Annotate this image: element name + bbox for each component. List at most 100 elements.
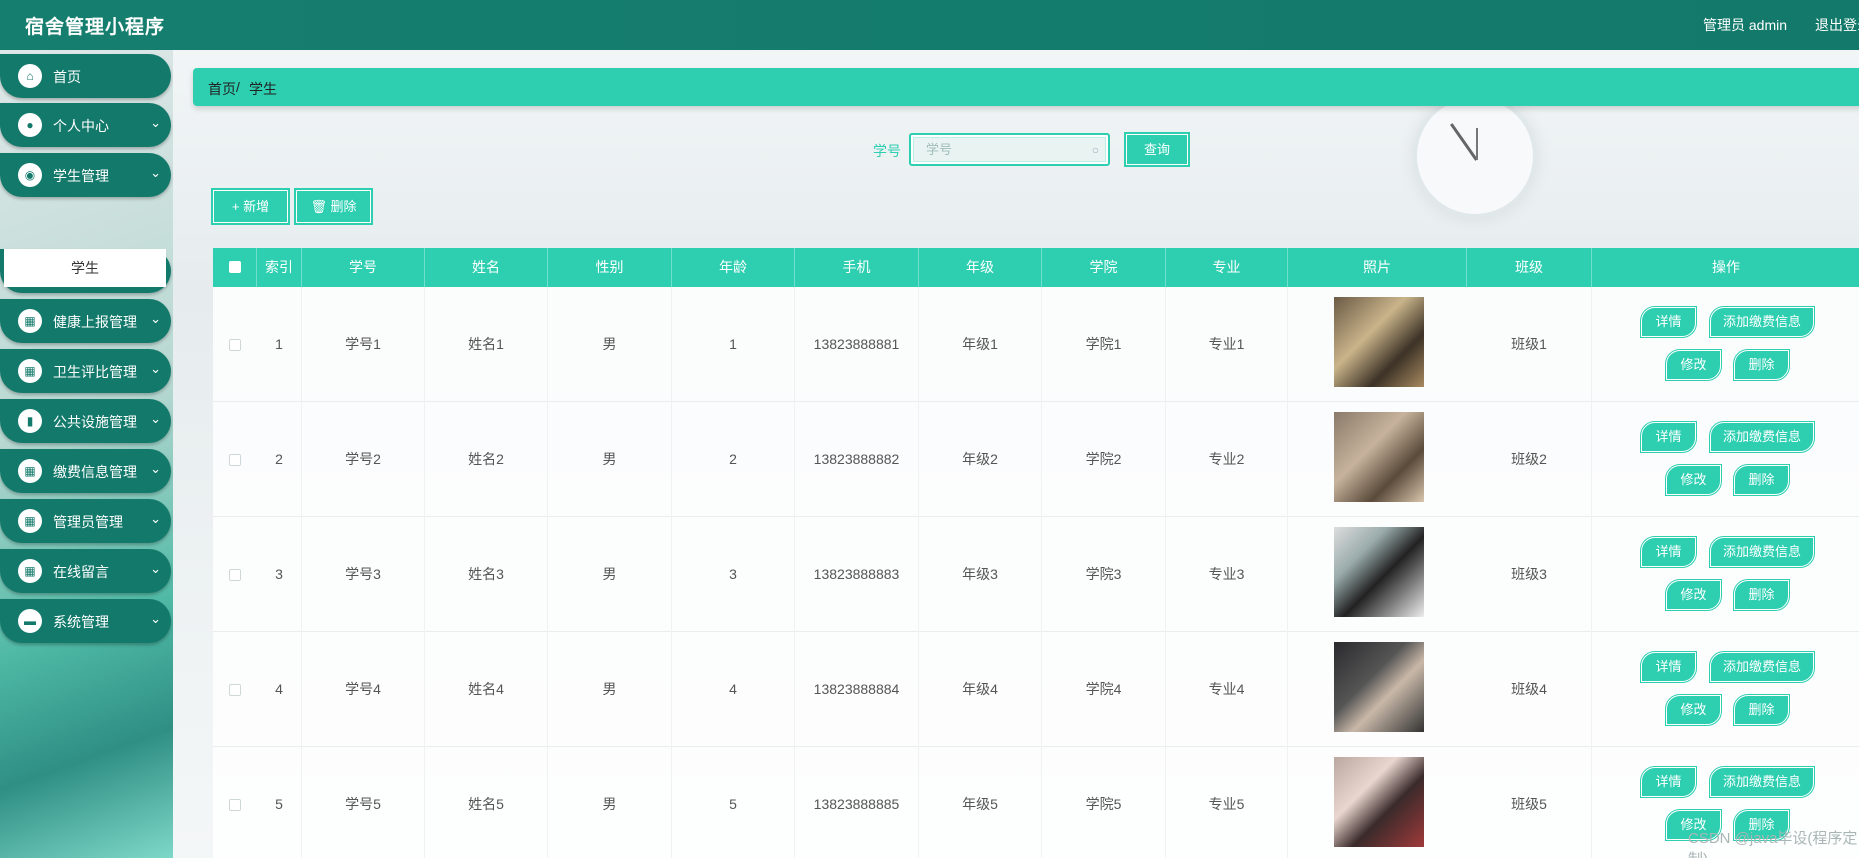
add-fee-button[interactable]: 添加缴费信息 <box>1709 651 1815 683</box>
row-checkbox[interactable] <box>229 684 241 696</box>
cell-gender: 男 <box>548 747 672 858</box>
row-checkbox[interactable] <box>229 569 241 581</box>
building-icon: ▮ <box>18 409 42 433</box>
add-fee-button[interactable]: 添加缴费信息 <box>1709 766 1815 798</box>
sidebar-item[interactable]: ◉ 学生管理 ⌄ <box>0 153 171 197</box>
cell-name: 姓名1 <box>425 287 548 402</box>
logout-link[interactable]: 退出登录 <box>1815 15 1859 35</box>
cell-college: 学院3 <box>1042 517 1166 632</box>
sidebar-item[interactable]: ▦ 卫生评比管理 ⌄ <box>0 349 171 393</box>
cell-phone: 13823888883 <box>795 517 919 632</box>
cell-major: 专业3 <box>1166 517 1288 632</box>
search-input[interactable] <box>914 138 1105 161</box>
cell-class: 班级3 <box>1467 517 1592 632</box>
select-all-cell <box>213 248 257 287</box>
cell-age: 5 <box>672 747 795 858</box>
chevron-down-icon: ⌄ <box>150 165 161 180</box>
search-inner: ○ <box>913 137 1106 162</box>
student-icon: ◉ <box>18 163 42 187</box>
delete-button[interactable]: 🗑 删除 <box>294 188 373 225</box>
edit-button[interactable]: 修改 <box>1665 464 1722 496</box>
cell-name: 姓名3 <box>425 517 548 632</box>
clock-hand <box>1450 123 1478 161</box>
cell-phone: 13823888881 <box>795 287 919 402</box>
add-fee-button[interactable]: 添加缴费信息 <box>1709 306 1815 338</box>
cell-grade: 年级1 <box>919 287 1042 402</box>
cell-age: 1 <box>672 287 795 402</box>
detail-button[interactable]: 详情 <box>1640 536 1697 568</box>
sidebar-item[interactable]: ▦ 管理员管理 ⌄ <box>0 499 171 543</box>
table-header-cell: 性别 <box>548 248 672 287</box>
cell-college: 学院1 <box>1042 287 1166 402</box>
breadcrumb-home[interactable]: 首页 <box>208 79 236 99</box>
student-photo <box>1334 642 1424 732</box>
cell-phone: 13823888884 <box>795 632 919 747</box>
cell-major: 专业4 <box>1166 632 1288 747</box>
sidebar-item-label: 系统管理 <box>53 614 109 630</box>
table-header-cell: 年龄 <box>672 248 795 287</box>
sidebar-item-label: 个人中心 <box>53 118 109 134</box>
row-delete-button[interactable]: 删除 <box>1733 464 1790 496</box>
row-delete-button[interactable]: 删除 <box>1733 579 1790 611</box>
row-delete-button[interactable]: 删除 <box>1733 349 1790 381</box>
sidebar-item-label: 学生管理 <box>53 168 109 184</box>
table-row: 5 学号5 姓名5 男 5 13823888885 年级5 学院5 专业5 班级5 详情 添加缴费信息… <box>213 747 1859 858</box>
detail-button[interactable]: 详情 <box>1640 421 1697 453</box>
table-header-cell: 班级 <box>1467 248 1592 287</box>
chevron-down-icon: ⌄ <box>150 561 161 576</box>
cell-class: 班级1 <box>1467 287 1592 402</box>
table-header-cell: 年级 <box>919 248 1042 287</box>
sidebar-item[interactable]: ● 个人中心 ⌄ <box>0 103 171 147</box>
add-fee-button[interactable]: 添加缴费信息 <box>1709 536 1815 568</box>
sidebar-item-label: 首页 <box>53 69 81 85</box>
edit-button[interactable]: 修改 <box>1665 349 1722 381</box>
cell-grade: 年级3 <box>919 517 1042 632</box>
sidebar-item[interactable]: ▦ 健康上报管理 ⌄ <box>0 299 171 343</box>
table-header-cell: 学院 <box>1042 248 1166 287</box>
row-checkbox[interactable] <box>229 799 241 811</box>
student-photo <box>1334 297 1424 387</box>
cell-class: 班级4 <box>1467 632 1592 747</box>
cell-grade: 年级5 <box>919 747 1042 858</box>
chevron-down-icon: ⌄ <box>150 511 161 526</box>
sidebar-item[interactable]: ⌂ 首页 <box>0 54 171 98</box>
cell-class: 班级5 <box>1467 747 1592 858</box>
sidebar-subitem-student[interactable]: 学生 <box>4 249 166 287</box>
detail-button[interactable]: 详情 <box>1640 651 1697 683</box>
cell-student_id: 学号1 <box>302 287 425 402</box>
chevron-down-icon: ⌄ <box>150 115 161 130</box>
table-header-cell: 照片 <box>1288 248 1467 287</box>
sidebar-item[interactable]: ▦ 在线留言 ⌄ <box>0 549 171 593</box>
grid-icon: ▦ <box>18 359 42 383</box>
select-all-checkbox[interactable] <box>229 261 241 273</box>
breadcrumb: 首页 / 学生 <box>193 68 1859 106</box>
cell-class: 班级2 <box>1467 402 1592 517</box>
detail-button[interactable]: 详情 <box>1640 306 1697 338</box>
search-field: ○ <box>909 133 1110 166</box>
row-checkbox[interactable] <box>229 339 241 351</box>
row-delete-button[interactable]: 删除 <box>1733 694 1790 726</box>
sidebar-item[interactable]: ▮ 公共设施管理 ⌄ <box>0 399 171 443</box>
detail-button[interactable]: 详情 <box>1640 766 1697 798</box>
table-header-cell: 索引 <box>257 248 302 287</box>
add-button[interactable]: + 新增 <box>211 188 290 225</box>
table-header-cell: 姓名 <box>425 248 548 287</box>
cell-name: 姓名5 <box>425 747 548 858</box>
cell-gender: 男 <box>548 402 672 517</box>
student-photo <box>1334 757 1424 847</box>
edit-button[interactable]: 修改 <box>1665 579 1722 611</box>
sidebar-item[interactable]: ▬ 系统管理 ⌄ <box>0 599 171 643</box>
table-row: 2 学号2 姓名2 男 2 13823888882 年级2 学院2 专业2 班级2 详情 添加缴费信息… <box>213 402 1859 517</box>
student-photo <box>1334 527 1424 617</box>
chevron-down-icon: ⌄ <box>150 311 161 326</box>
query-button[interactable]: 查询 <box>1124 132 1190 167</box>
cell-age: 2 <box>672 402 795 517</box>
home-icon: ⌂ <box>18 64 42 88</box>
table-row: 3 学号3 姓名3 男 3 13823888883 年级3 学院3 专业3 班级3 详情 添加缴费信息… <box>213 517 1859 632</box>
row-checkbox[interactable] <box>229 454 241 466</box>
cell-index: 4 <box>257 632 302 747</box>
add-fee-button[interactable]: 添加缴费信息 <box>1709 421 1815 453</box>
edit-button[interactable]: 修改 <box>1665 694 1722 726</box>
sidebar-item[interactable]: ▦ 缴费信息管理 ⌄ <box>0 449 171 493</box>
table-row: 1 学号1 姓名1 男 1 13823888881 年级1 学院1 专业1 班级1 详情 添加缴费信息… <box>213 287 1859 402</box>
